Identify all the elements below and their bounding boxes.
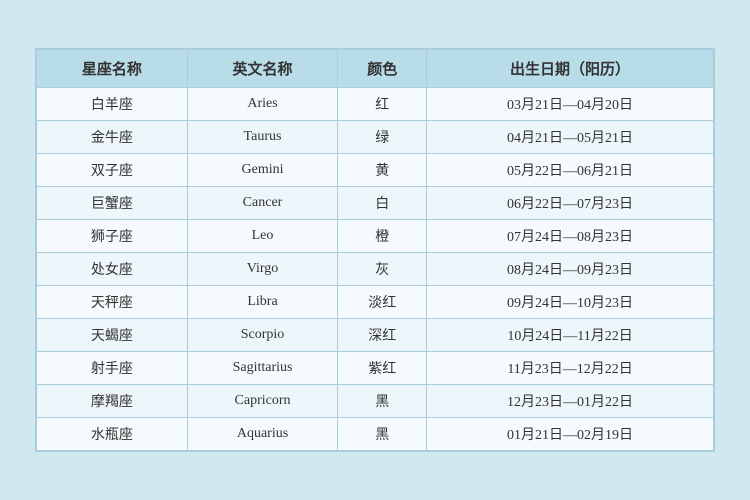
- cell-en: Aries: [187, 88, 338, 121]
- cell-dates: 05月22日—06月21日: [427, 154, 714, 187]
- cell-en: Aquarius: [187, 418, 338, 451]
- col-header-zh: 星座名称: [37, 50, 188, 88]
- cell-en: Taurus: [187, 121, 338, 154]
- table-row: 白羊座Aries红03月21日—04月20日: [37, 88, 714, 121]
- cell-en: Virgo: [187, 253, 338, 286]
- table-row: 摩羯座Capricorn黑12月23日—01月22日: [37, 385, 714, 418]
- cell-color: 黑: [338, 385, 427, 418]
- cell-en: Scorpio: [187, 319, 338, 352]
- cell-color: 灰: [338, 253, 427, 286]
- table-row: 巨蟹座Cancer白06月22日—07月23日: [37, 187, 714, 220]
- cell-zh: 摩羯座: [37, 385, 188, 418]
- cell-zh: 天秤座: [37, 286, 188, 319]
- table-row: 天蝎座Scorpio深红10月24日—11月22日: [37, 319, 714, 352]
- cell-en: Gemini: [187, 154, 338, 187]
- cell-zh: 白羊座: [37, 88, 188, 121]
- cell-dates: 08月24日—09月23日: [427, 253, 714, 286]
- zodiac-table-container: 星座名称 英文名称 颜色 出生日期（阳历） 白羊座Aries红03月21日—04…: [35, 48, 715, 452]
- cell-color: 橙: [338, 220, 427, 253]
- cell-dates: 01月21日—02月19日: [427, 418, 714, 451]
- cell-color: 红: [338, 88, 427, 121]
- cell-en: Capricorn: [187, 385, 338, 418]
- table-row: 水瓶座Aquarius黑01月21日—02月19日: [37, 418, 714, 451]
- cell-dates: 09月24日—10月23日: [427, 286, 714, 319]
- cell-zh: 巨蟹座: [37, 187, 188, 220]
- cell-zh: 水瓶座: [37, 418, 188, 451]
- cell-dates: 03月21日—04月20日: [427, 88, 714, 121]
- table-row: 金牛座Taurus绿04月21日—05月21日: [37, 121, 714, 154]
- cell-color: 紫红: [338, 352, 427, 385]
- cell-dates: 06月22日—07月23日: [427, 187, 714, 220]
- cell-zh: 处女座: [37, 253, 188, 286]
- zodiac-table: 星座名称 英文名称 颜色 出生日期（阳历） 白羊座Aries红03月21日—04…: [36, 49, 714, 451]
- cell-en: Libra: [187, 286, 338, 319]
- table-row: 天秤座Libra淡红09月24日—10月23日: [37, 286, 714, 319]
- cell-en: Leo: [187, 220, 338, 253]
- cell-dates: 04月21日—05月21日: [427, 121, 714, 154]
- cell-zh: 射手座: [37, 352, 188, 385]
- table-row: 处女座Virgo灰08月24日—09月23日: [37, 253, 714, 286]
- cell-color: 白: [338, 187, 427, 220]
- cell-color: 绿: [338, 121, 427, 154]
- table-row: 双子座Gemini黄05月22日—06月21日: [37, 154, 714, 187]
- cell-zh: 金牛座: [37, 121, 188, 154]
- cell-dates: 07月24日—08月23日: [427, 220, 714, 253]
- cell-en: Cancer: [187, 187, 338, 220]
- cell-color: 淡红: [338, 286, 427, 319]
- table-body: 白羊座Aries红03月21日—04月20日金牛座Taurus绿04月21日—0…: [37, 88, 714, 451]
- cell-color: 黑: [338, 418, 427, 451]
- col-header-en: 英文名称: [187, 50, 338, 88]
- table-header-row: 星座名称 英文名称 颜色 出生日期（阳历）: [37, 50, 714, 88]
- col-header-dates: 出生日期（阳历）: [427, 50, 714, 88]
- cell-dates: 12月23日—01月22日: [427, 385, 714, 418]
- table-row: 射手座Sagittarius紫红11月23日—12月22日: [37, 352, 714, 385]
- col-header-color: 颜色: [338, 50, 427, 88]
- cell-dates: 10月24日—11月22日: [427, 319, 714, 352]
- cell-color: 黄: [338, 154, 427, 187]
- cell-zh: 狮子座: [37, 220, 188, 253]
- cell-color: 深红: [338, 319, 427, 352]
- cell-zh: 双子座: [37, 154, 188, 187]
- table-row: 狮子座Leo橙07月24日—08月23日: [37, 220, 714, 253]
- cell-en: Sagittarius: [187, 352, 338, 385]
- cell-zh: 天蝎座: [37, 319, 188, 352]
- cell-dates: 11月23日—12月22日: [427, 352, 714, 385]
